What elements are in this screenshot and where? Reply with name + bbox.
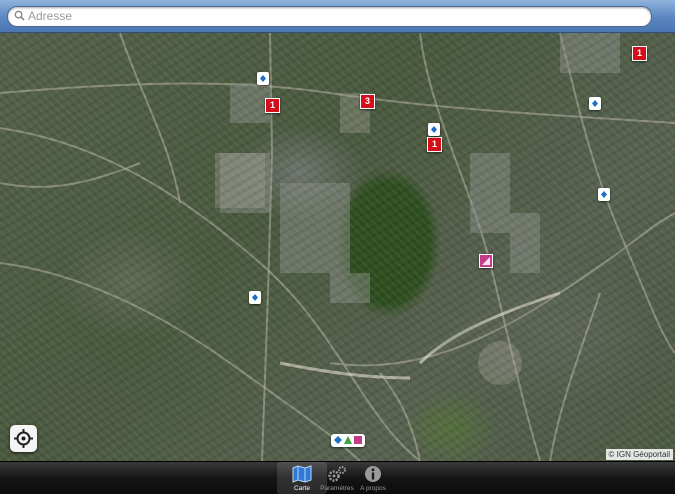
poi-count-marker[interactable]: 1 (265, 98, 280, 113)
poi-pink-marker[interactable] (479, 254, 493, 268)
crosshair-icon (14, 429, 33, 448)
diamond-icon (334, 436, 342, 444)
satellite-map[interactable]: 1 3 1 1 © IGN Géoportail (0, 33, 675, 461)
poi-count-marker[interactable]: 3 (360, 94, 375, 109)
gears-icon (328, 466, 346, 482)
map-texture (0, 33, 675, 461)
square-icon (354, 436, 362, 444)
search-field[interactable] (7, 6, 652, 27)
poi-blue-marker[interactable] (598, 188, 610, 201)
poi-blue-marker[interactable] (589, 97, 601, 110)
poi-blue-marker[interactable] (428, 123, 440, 136)
poi-blue-marker[interactable] (249, 291, 261, 304)
search-icon (14, 10, 25, 21)
info-icon (365, 466, 381, 482)
tab-bar: Carte Paramètres A propos (0, 461, 675, 494)
poi-group-marker[interactable] (331, 434, 365, 447)
poi-count-marker[interactable]: 1 (632, 46, 647, 61)
map-icon (292, 465, 312, 483)
map-attribution: © IGN Géoportail (605, 449, 673, 460)
address-input[interactable] (28, 8, 628, 24)
locate-me-button[interactable] (10, 425, 37, 452)
tab-label: A propos (360, 485, 386, 492)
triangle-icon (344, 436, 352, 444)
search-bar (0, 0, 675, 33)
poi-blue-marker[interactable] (257, 72, 269, 85)
tab-a-propos[interactable]: A propos (348, 462, 398, 494)
poi-count-marker[interactable]: 1 (427, 137, 442, 152)
